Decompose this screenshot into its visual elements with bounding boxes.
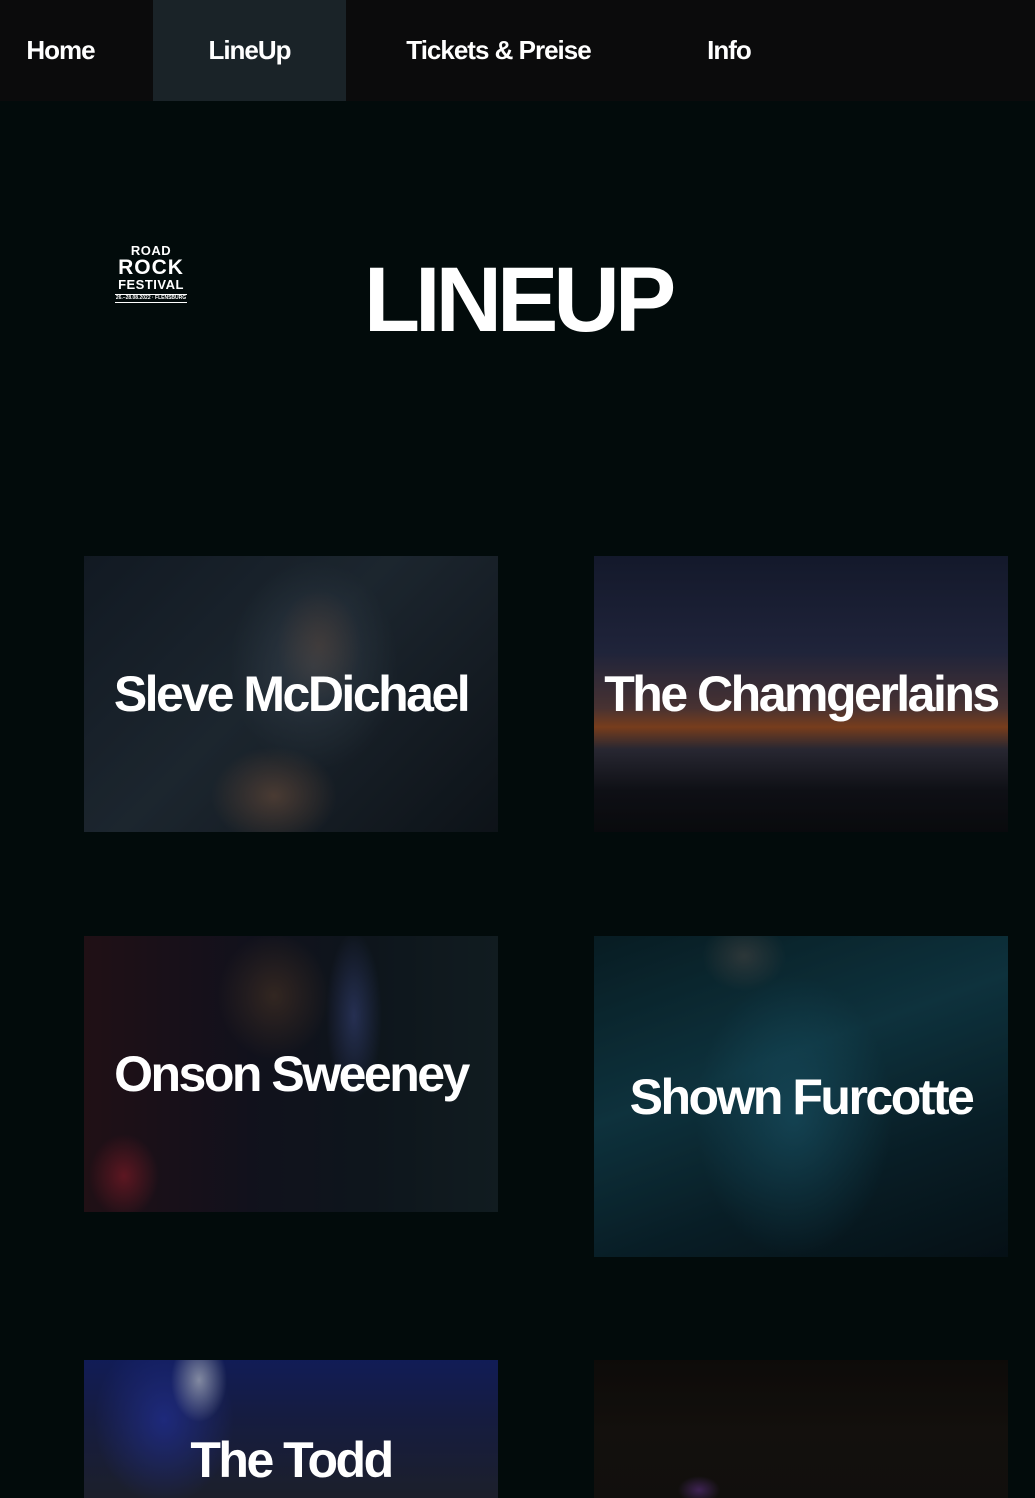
artist-name bbox=[594, 1360, 1008, 1498]
artist-card[interactable] bbox=[594, 1360, 1008, 1498]
artist-card[interactable]: Sleve McDichael bbox=[84, 556, 498, 832]
nav-item-lineup[interactable]: LineUp bbox=[153, 0, 346, 101]
main-nav: Home LineUp Tickets & Preise Info bbox=[0, 0, 1035, 101]
artist-name: Shown Furcotte bbox=[629, 1068, 975, 1125]
nav-item-info[interactable]: Info bbox=[680, 0, 778, 101]
page-title: LINEUP bbox=[363, 249, 676, 351]
nav-item-home[interactable]: Home bbox=[0, 0, 121, 101]
logo-line-festival: FESTIVAL bbox=[118, 277, 184, 292]
artist-card[interactable]: The Chamgerlains bbox=[594, 556, 1008, 832]
artist-name: The Chamgerlains bbox=[604, 666, 1000, 722]
logo-date: 26.–28.08.2022 · FLENSBURG bbox=[114, 294, 188, 303]
artist-card[interactable]: Shown Furcotte bbox=[594, 936, 1008, 1257]
festival-logo[interactable]: ROAD ROCK FESTIVAL 26.–28.08.2022 · FLEN… bbox=[112, 244, 190, 306]
artist-card[interactable]: The Todd bbox=[84, 1360, 498, 1498]
artist-name: Onson Sweeney bbox=[114, 1046, 470, 1102]
nav-item-tickets[interactable]: Tickets & Preise bbox=[372, 0, 625, 101]
logo-line-rock: ROCK bbox=[118, 256, 184, 279]
artist-name: Sleve McDichael bbox=[113, 666, 471, 722]
artist-card[interactable]: Onson Sweeney bbox=[84, 936, 498, 1212]
artist-name: The Todd bbox=[190, 1432, 394, 1488]
